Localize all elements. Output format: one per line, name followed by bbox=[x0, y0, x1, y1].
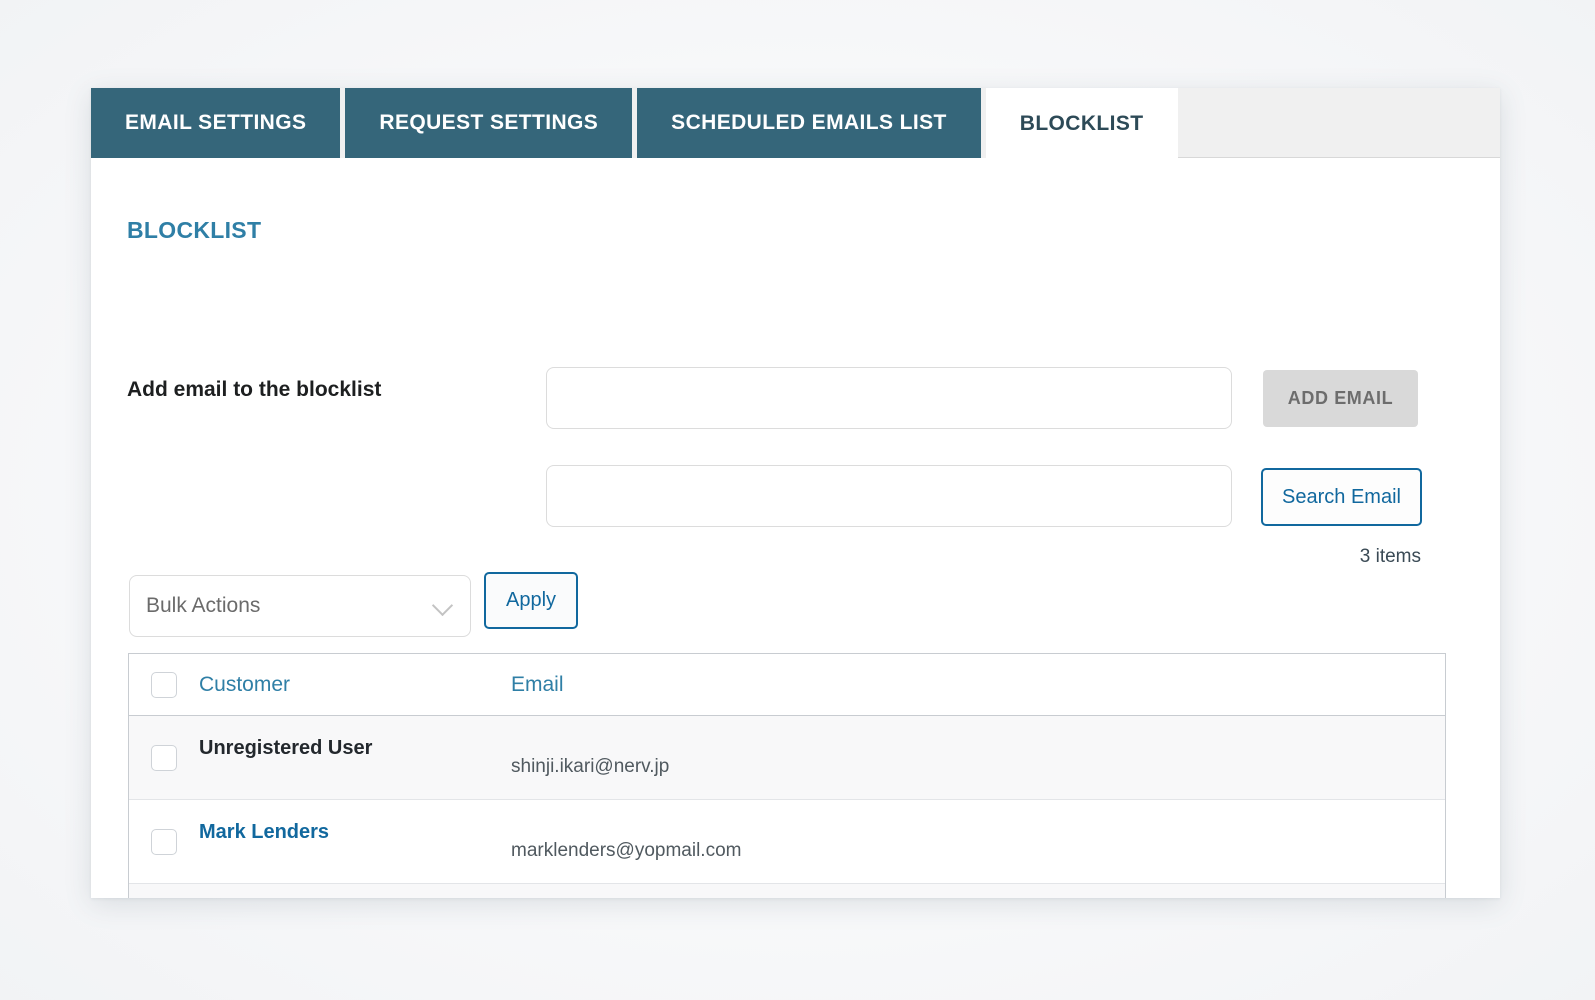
row-select-cell bbox=[129, 829, 199, 855]
row-checkbox[interactable] bbox=[151, 745, 177, 771]
row-email-cell: marklenders@yopmail.com bbox=[511, 831, 1445, 853]
tab-scheduled-emails-list-label: SCHEDULED EMAILS LIST bbox=[671, 111, 947, 135]
bulk-actions-label: Bulk Actions bbox=[146, 594, 432, 618]
tab-request-settings[interactable]: REQUEST SETTINGS bbox=[345, 88, 632, 158]
search-email-button[interactable]: Search Email bbox=[1261, 468, 1422, 526]
add-email-input[interactable] bbox=[546, 367, 1232, 429]
row-email-cell: shinji.ikari@nerv.jp bbox=[511, 747, 1445, 769]
table-row: Mark Lenders marklenders@yopmail.com bbox=[129, 800, 1445, 884]
tab-scheduled-emails-list[interactable]: SCHEDULED EMAILS LIST bbox=[637, 88, 981, 158]
add-email-label: Add email to the blocklist bbox=[127, 378, 381, 402]
tab-blocklist-label: BLOCKLIST bbox=[1020, 112, 1144, 136]
select-all-cell bbox=[129, 672, 199, 698]
search-email-input[interactable] bbox=[546, 465, 1232, 527]
tab-bar-filler bbox=[1178, 88, 1500, 158]
row-customer-name: Unregistered User bbox=[199, 737, 511, 760]
tab-bar: EMAIL SETTINGS REQUEST SETTINGS SCHEDULE… bbox=[91, 88, 1500, 158]
row-customer-name[interactable]: Mark Lenders bbox=[199, 821, 511, 844]
column-header-customer[interactable]: Customer bbox=[199, 673, 511, 697]
tab-request-settings-label: REQUEST SETTINGS bbox=[379, 111, 598, 135]
settings-window: EMAIL SETTINGS REQUEST SETTINGS SCHEDULE… bbox=[91, 88, 1500, 898]
table-row: Unregistered User shinji.ikari@nerv.jp bbox=[129, 716, 1445, 800]
row-customer-cell: Mark Lenders bbox=[199, 830, 511, 853]
blocklist-panel: BLOCKLIST Add email to the blocklist ADD… bbox=[91, 158, 1500, 898]
page-title: BLOCKLIST bbox=[127, 217, 261, 244]
tab-email-settings[interactable]: EMAIL SETTINGS bbox=[91, 88, 340, 158]
items-count: 3 items bbox=[1360, 546, 1421, 568]
column-header-customer-label: Customer bbox=[199, 673, 511, 697]
table-row: Peter Parker peter.parker@dailybugle.com bbox=[129, 884, 1445, 898]
row-email-value: shinji.ikari@nerv.jp bbox=[511, 756, 1445, 778]
row-checkbox[interactable] bbox=[151, 829, 177, 855]
add-email-button[interactable]: ADD EMAIL bbox=[1263, 370, 1418, 427]
table-header-row: Customer Email bbox=[129, 654, 1445, 716]
select-all-checkbox[interactable] bbox=[151, 672, 177, 698]
bulk-actions-select[interactable]: Bulk Actions bbox=[129, 575, 471, 637]
row-email-value: marklenders@yopmail.com bbox=[511, 840, 1445, 862]
tab-blocklist[interactable]: BLOCKLIST bbox=[986, 88, 1178, 160]
tab-email-settings-label: EMAIL SETTINGS bbox=[125, 111, 306, 135]
column-header-email-label: Email bbox=[511, 673, 1445, 697]
column-header-email[interactable]: Email bbox=[511, 673, 1445, 697]
apply-button[interactable]: Apply bbox=[484, 572, 578, 629]
row-select-cell bbox=[129, 745, 199, 771]
row-customer-cell: Unregistered User bbox=[199, 746, 511, 769]
blocklist-table: Customer Email Unregistered User shinji.… bbox=[128, 653, 1446, 898]
chevron-down-icon bbox=[432, 595, 454, 617]
